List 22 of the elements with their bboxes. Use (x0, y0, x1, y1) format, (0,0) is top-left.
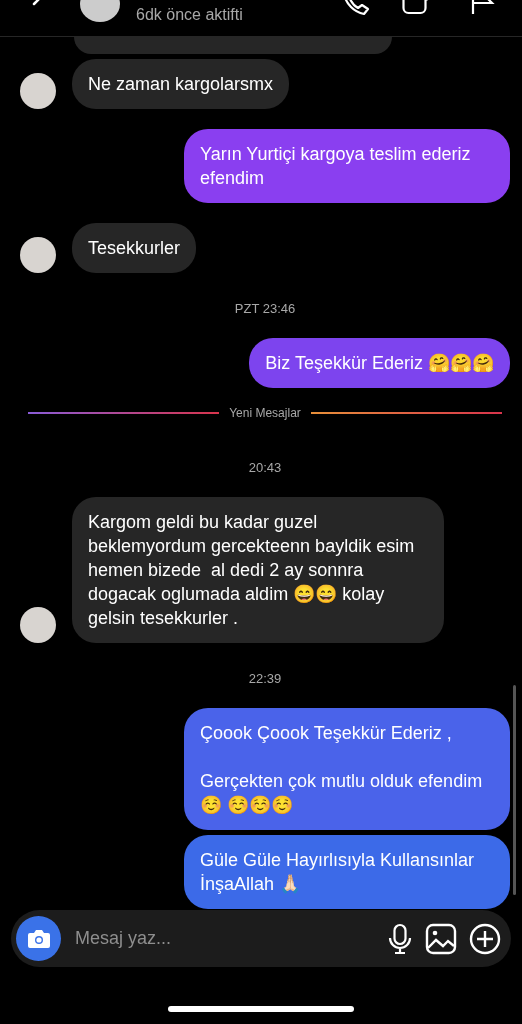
message-bubble: Güle Güle Hayırlısıyla Kullansınlar İnşaAllah 🙏🏻 (184, 835, 510, 909)
message-input[interactable]: Mesaj yaz... (73, 927, 375, 950)
timestamp: 20:43 (248, 460, 282, 475)
message-bubble: Ne zaman kargolarsmx (72, 59, 290, 109)
message-composer[interactable]: Mesaj yaz... (11, 910, 511, 967)
camera-button[interactable] (16, 916, 61, 961)
message-bubble: Yarın Yurtiçi kargoya teslim ederiz efendim (184, 129, 510, 203)
message-bubble: Tesekkurler (72, 223, 197, 273)
active-status: 6dk önce aktifti (136, 6, 243, 24)
new-messages-label: Yeni Mesajlar (229, 406, 301, 420)
image-icon[interactable] (425, 922, 457, 955)
avatar (20, 237, 56, 273)
timestamp: PZT 23:46 (234, 301, 296, 316)
microphone-icon[interactable] (387, 922, 413, 955)
timestamp: 22:39 (248, 671, 282, 686)
add-icon[interactable] (469, 922, 501, 955)
camera-icon (26, 928, 51, 949)
message-bubble: Kargom geldi bu kadar guzel beklemyordum gercekteenn bayldik esim hemen bizede al dedi 2 ay sonnra dogacak oglumada aldim 😄😄 kolay gelsin tesekkurler . (72, 497, 444, 643)
avatar (20, 73, 56, 109)
avatar (20, 607, 56, 643)
message-bubble: Biz Teşekkür Ederiz 🤗🤗🤗 (249, 338, 510, 388)
message-bubble: Çoook Çoook Teşekkür Ederiz , Gerçekten çok mutlu olduk efendim ☺ ☺☺☺ (184, 708, 510, 830)
